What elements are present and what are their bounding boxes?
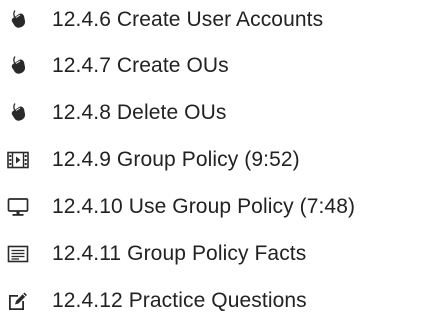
mouse-icon — [5, 102, 31, 124]
list-item-group-policy-facts[interactable]: 12.4.11 Group Policy Facts — [0, 234, 306, 274]
list-item-create-ous[interactable]: 12.4.7 Create OUs — [0, 46, 229, 86]
lesson-list: 12.4.6 Create User Accounts 12.4.7 Creat… — [0, 0, 430, 331]
monitor-icon — [5, 197, 31, 217]
list-item-label: 12.4.8 Delete OUs — [52, 101, 227, 124]
list-item-label: 12.4.7 Create OUs — [52, 54, 229, 77]
mouse-icon — [5, 55, 31, 77]
list-item-label: 12.4.10 Use Group Policy (7:48) — [52, 195, 356, 218]
list-item-label: 12.4.12 Practice Questions — [52, 289, 307, 312]
list-item-practice-questions[interactable]: 12.4.12 Practice Questions — [0, 281, 307, 321]
list-item-create-user-accounts[interactable]: 12.4.6 Create User Accounts — [0, 0, 323, 40]
list-item-group-policy-video[interactable]: 12.4.9 Group Policy (9:52) — [0, 140, 300, 180]
list-item-label: 12.4.9 Group Policy (9:52) — [52, 148, 300, 171]
list-item-label: 12.4.6 Create User Accounts — [52, 8, 324, 31]
mouse-icon — [5, 9, 31, 31]
film-icon — [5, 151, 31, 169]
edit-icon — [5, 290, 31, 312]
list-item-use-group-policy[interactable]: 12.4.10 Use Group Policy (7:48) — [0, 187, 355, 227]
list-item-label: 12.4.11 Group Policy Facts — [52, 242, 307, 265]
list-item-delete-ous[interactable]: 12.4.8 Delete OUs — [0, 93, 226, 133]
document-icon — [5, 245, 31, 263]
